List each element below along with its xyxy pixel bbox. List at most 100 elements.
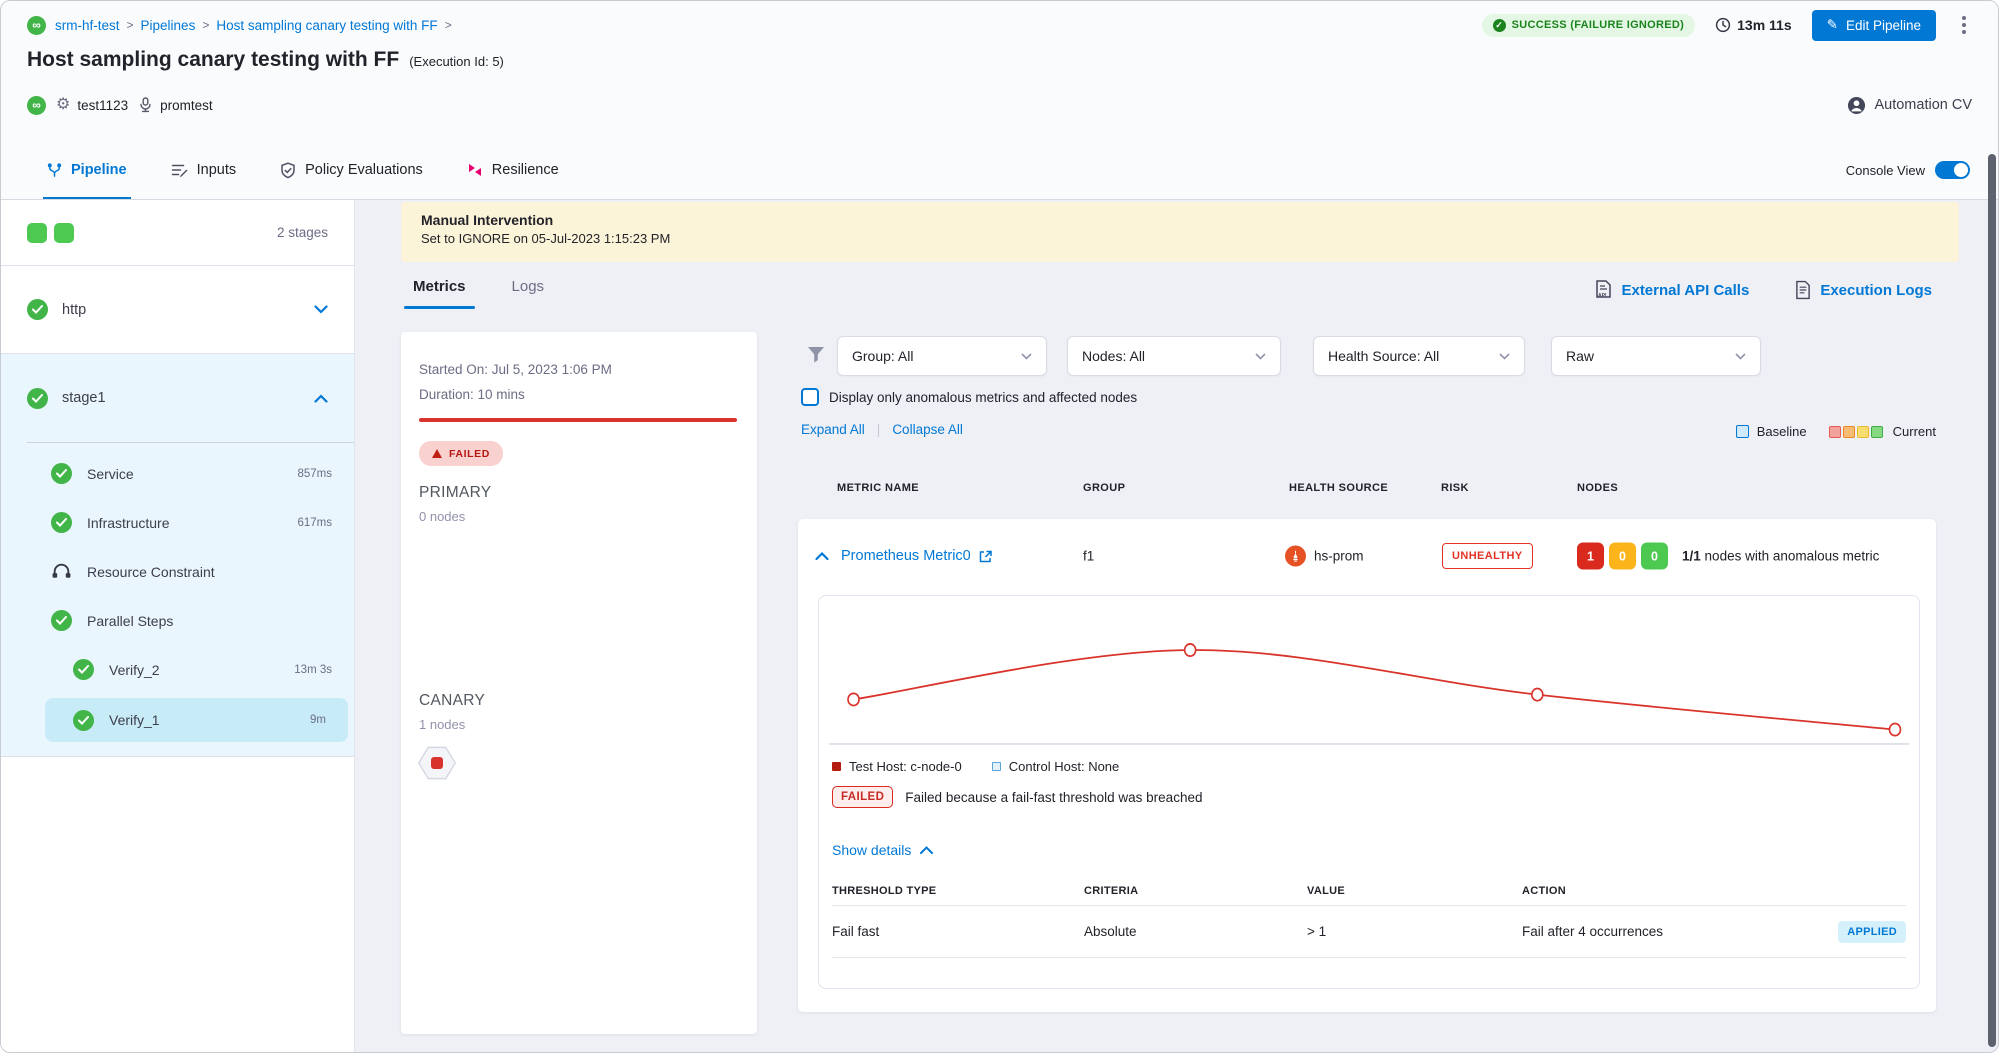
hexagon-node-icon[interactable] [418,746,456,780]
collapse-all-link[interactable]: Collapse All [892,422,963,437]
stage-label: http [62,302,86,318]
tab-metrics[interactable]: Metrics [413,278,466,309]
node-chip-unhealthy[interactable]: 1 [1577,543,1604,570]
metric-health-source-label: hs-prom [1314,549,1364,564]
control-host-label: Control Host: None [1009,759,1120,774]
step-resource-constraint[interactable]: Resource Constraint [1,547,354,596]
tab-resilience[interactable]: Resilience [467,141,559,199]
chevron-up-icon[interactable] [314,394,328,403]
breadcrumb-project[interactable]: srm-hf-test [55,18,120,33]
tab-resilience-label: Resilience [492,162,559,178]
anomalous-filter-label: Display only anomalous metrics and affec… [829,390,1137,405]
health-source-name: promtest [160,98,213,113]
step-infrastructure[interactable]: Infrastructure 617ms [1,498,354,547]
col-action: ACTION [1522,885,1816,897]
group-filter-dropdown[interactable]: Group: All [837,336,1047,376]
tab-bar: Pipeline Inputs Policy Evaluations [1,141,1998,199]
stage-label: stage1 [62,390,106,406]
console-view-toggle[interactable] [1935,161,1970,179]
metric-trend-chart[interactable] [829,604,1909,750]
nodes-filter-dropdown[interactable]: Nodes: All [1067,336,1281,376]
external-link-icon [979,550,992,563]
step-verify-2[interactable]: Verify_2 13m 3s [1,645,354,694]
execution-logs-link[interactable]: Execution Logs [1795,280,1932,300]
tab-inputs[interactable]: Inputs [171,141,237,199]
stages-summary: 2 stages [1,200,354,266]
threshold-action: Fail after 4 occurrences [1522,924,1816,939]
nodes-summary-text: nodes with anomalous metric [1705,549,1880,564]
node-chip-warning[interactable]: 0 [1609,543,1636,570]
console-view-control: Console View [1846,161,1970,179]
metric-group-value: f1 [1083,549,1094,564]
raw-view-value: Raw [1566,348,1594,364]
more-options-button[interactable] [1956,12,1972,38]
current-swatch-yellow [1857,426,1869,438]
step-label: Verify_2 [109,662,160,678]
edit-pipeline-label: Edit Pipeline [1846,18,1921,33]
stage-status-square[interactable] [27,223,47,243]
expand-all-link[interactable]: Expand All [801,422,865,437]
canary-node-count: 1 nodes [419,717,465,732]
metric-name-link[interactable]: Prometheus Metric0 [841,548,992,564]
app-window: ∞ srm-hf-test > Pipelines > Host samplin… [0,0,1999,1053]
verification-status-label: FAILED [449,448,490,460]
warning-triangle-icon [432,449,442,458]
chevron-down-icon [1735,353,1746,360]
verification-summary-card: Started On: Jul 5, 2023 1:06 PM Duration… [401,332,757,1034]
page-title: Host sampling canary testing with FF [27,48,399,72]
queue-icon [51,563,72,580]
filter-funnel-icon[interactable] [807,346,825,363]
title-row: Host sampling canary testing with FF (Ex… [27,48,504,72]
health-source-filter-dropdown[interactable]: Health Source: All [1313,336,1525,376]
avatar-icon [1847,96,1866,115]
chevron-down-icon [1499,353,1510,360]
stage-status-square[interactable] [54,223,74,243]
breadcrumb-separator: > [202,18,209,32]
check-circle-icon [73,710,94,731]
tab-policy-evaluations[interactable]: Policy Evaluations [280,141,423,199]
step-verify-1[interactable]: Verify_1 9m [45,698,348,742]
node-chip-healthy[interactable]: 0 [1641,543,1668,570]
tab-logs[interactable]: Logs [512,278,545,309]
stage-http[interactable]: http [1,266,354,354]
main-content: Manual Intervention Set to IGNORE on 05-… [355,200,1998,1052]
scrollbar-thumb[interactable] [1988,154,1996,1047]
scrollbar[interactable] [1988,154,1996,1047]
check-circle-icon [51,512,72,533]
show-details-link[interactable]: Show details [832,842,933,858]
breadcrumb-pipeline-name[interactable]: Host sampling canary testing with FF [216,18,437,33]
status-badge-label: SUCCESS (FAILURE IGNORED) [1512,19,1685,31]
health-source-item[interactable]: promtest [138,97,213,113]
started-on: Started On: Jul 5, 2023 1:06 PM [419,362,612,377]
control-host-legend: Control Host: None [992,759,1120,774]
breadcrumb-pipelines[interactable]: Pipelines [141,18,196,33]
anomalous-filter-checkbox[interactable] [801,388,819,406]
test-host-swatch [832,762,841,771]
raw-view-dropdown[interactable]: Raw [1551,336,1761,376]
panel-tabs: Metrics Logs [413,278,544,309]
edit-pipeline-button[interactable]: ✎ Edit Pipeline [1812,10,1936,41]
step-duration: 13m 3s [294,664,332,676]
group-filter-value: Group: All [852,348,913,364]
baseline-swatch [1736,425,1749,438]
metric-health-source: hs-prom [1285,546,1364,567]
step-service[interactable]: Service 857ms [1,449,354,498]
tab-pipeline[interactable]: Pipeline [47,141,127,199]
service-item[interactable]: ⚙ test1123 [56,97,128,113]
external-api-calls-link[interactable]: API External API Calls [1595,280,1749,300]
current-swatches [1829,426,1885,438]
step-parallel-steps[interactable]: Parallel Steps [1,596,354,645]
header: ∞ srm-hf-test > Pipelines > Host samplin… [1,1,1998,200]
inputs-icon [171,162,188,178]
duration-label: 13m 11s [1737,17,1792,33]
baseline-label: Baseline [1757,424,1807,439]
col-nodes: NODES [1577,482,1618,494]
collapse-metric-chevron[interactable] [815,552,829,561]
chevron-down-icon[interactable] [314,305,328,314]
nodes-summary: 1/1 nodes with anomalous metric [1682,549,1879,564]
banner-title: Manual Intervention [421,212,1939,228]
harness-logo-icon: ∞ [27,96,46,115]
test-host-legend: Test Host: c-node-0 [832,759,962,774]
stage-stage1[interactable]: stage1 [1,354,354,442]
chevron-up-icon [920,846,933,854]
